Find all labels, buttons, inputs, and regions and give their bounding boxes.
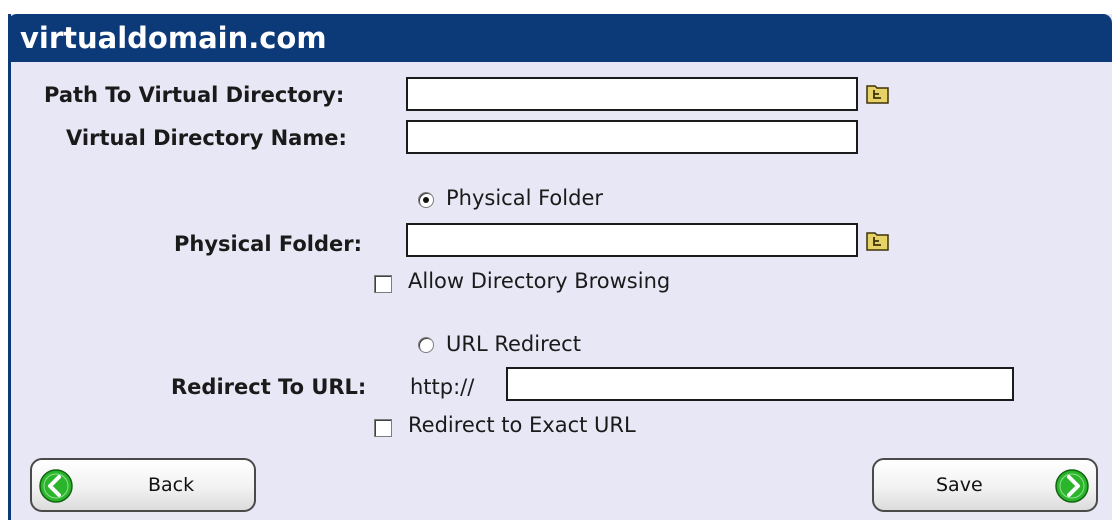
name-label: Virtual Directory Name: [66,126,347,150]
physical-folder-input[interactable] [406,223,858,257]
physical-folder-radio[interactable] [418,192,434,208]
path-input[interactable] [406,77,858,111]
page-title: virtualdomain.com [8,14,1112,62]
physical-folder-radio-label: Physical Folder [446,186,603,210]
allow-directory-browsing-checkbox[interactable] [374,275,392,293]
save-button-label: Save [936,474,983,496]
redirect-url-input[interactable] [506,367,1014,401]
redirect-url-label: Redirect To URL: [171,375,367,399]
back-button-label: Back [148,474,195,496]
path-label: Path To Virtual Directory: [44,83,345,107]
right-arrow-icon [1055,469,1089,503]
folder-browse-icon[interactable] [866,82,890,104]
redirect-prefix: http:// [410,375,475,399]
back-button[interactable]: Back [30,458,256,512]
url-redirect-radio-label: URL Redirect [446,332,581,356]
redirect-exact-url-label: Redirect to Exact URL [408,413,636,437]
allow-directory-browsing-label: Allow Directory Browsing [408,269,671,293]
radio-selected-dot [423,197,429,203]
url-redirect-radio[interactable] [418,337,434,353]
folder-browse-icon[interactable] [866,229,890,251]
virtual-directory-name-input[interactable] [406,120,858,154]
save-button[interactable]: Save [872,458,1098,512]
redirect-exact-url-checkbox[interactable] [374,419,392,437]
physical-folder-label: Physical Folder: [174,232,363,256]
left-arrow-icon [39,469,73,503]
